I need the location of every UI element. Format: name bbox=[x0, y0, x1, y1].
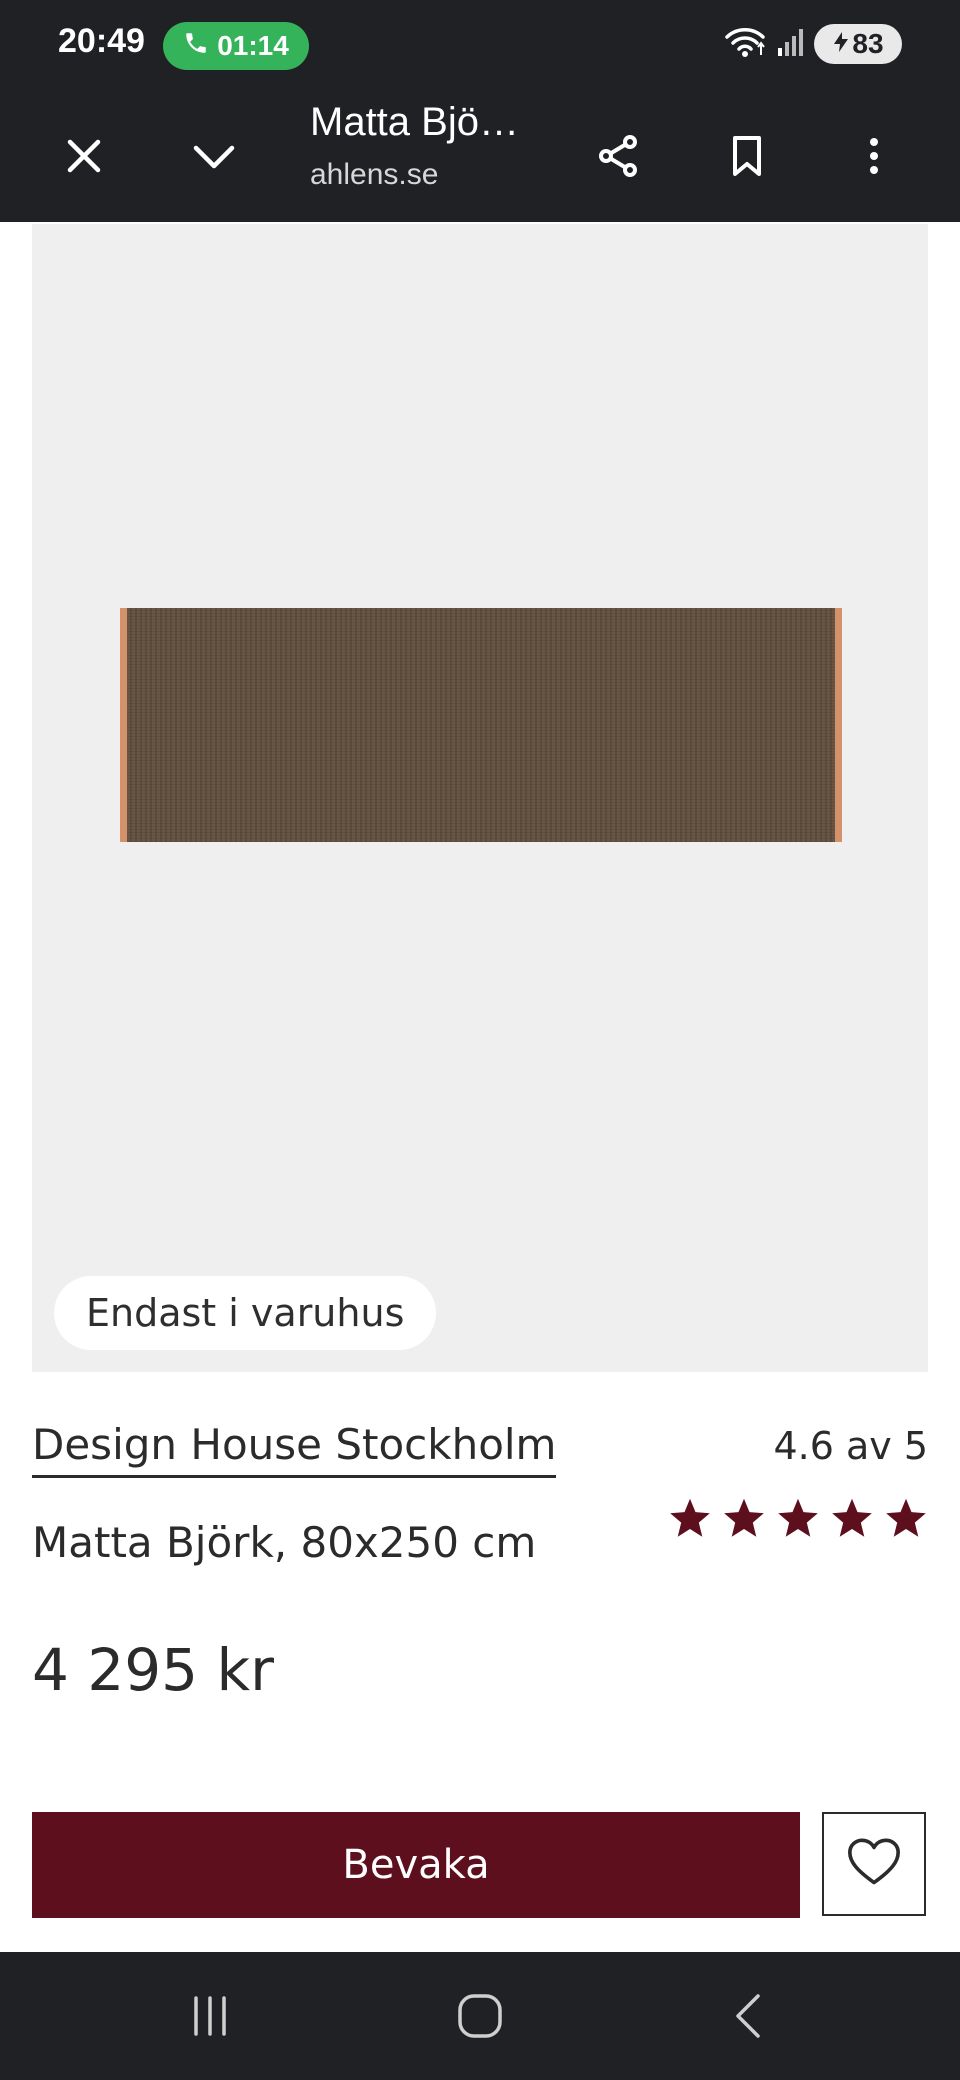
favorite-button[interactable] bbox=[822, 1812, 926, 1916]
battery-icon bbox=[832, 28, 850, 60]
home-icon[interactable] bbox=[430, 1976, 530, 2056]
star-icon bbox=[722, 1496, 766, 1544]
phone-icon bbox=[183, 30, 209, 63]
product-price: 4 295 kr bbox=[32, 1636, 274, 1704]
close-icon[interactable] bbox=[44, 116, 124, 196]
rating-text: 4.6 av 5 bbox=[773, 1424, 928, 1468]
rating-stars[interactable] bbox=[668, 1496, 928, 1544]
star-icon bbox=[668, 1496, 712, 1544]
page-title[interactable]: Matta Bjö… bbox=[310, 100, 519, 145]
battery-indicator: 83 bbox=[814, 24, 902, 64]
brand-link[interactable]: Design House Stockholm bbox=[32, 1420, 557, 1478]
status-bar: 20:49 01:14 83 bbox=[0, 0, 960, 90]
bookmark-icon[interactable] bbox=[707, 116, 787, 196]
status-icons: 83 bbox=[724, 24, 902, 64]
star-icon bbox=[830, 1496, 874, 1544]
star-icon bbox=[776, 1496, 820, 1544]
product-image[interactable]: Endast i varuhus bbox=[32, 224, 928, 1372]
page-domain[interactable]: ahlens.se bbox=[310, 158, 438, 192]
system-nav-bar bbox=[0, 1952, 960, 2080]
status-time: 20:49 bbox=[58, 22, 145, 60]
call-duration: 01:14 bbox=[217, 30, 289, 61]
chevron-down-icon[interactable] bbox=[174, 116, 254, 196]
browser-toolbar: Matta Bjö… ahlens.se bbox=[0, 90, 960, 222]
rug-photo bbox=[120, 608, 842, 842]
availability-badge: Endast i varuhus bbox=[54, 1276, 437, 1350]
battery-level: 83 bbox=[852, 28, 884, 59]
ongoing-call-pill[interactable]: 01:14 bbox=[163, 22, 309, 70]
product-name: Matta Björk, 80x250 cm bbox=[32, 1518, 537, 1567]
recent-apps-icon[interactable] bbox=[160, 1976, 260, 2056]
more-vert-icon[interactable] bbox=[834, 116, 914, 196]
share-icon[interactable] bbox=[578, 116, 658, 196]
wifi-icon bbox=[724, 25, 766, 63]
star-icon bbox=[884, 1496, 928, 1544]
watch-button[interactable]: Bevaka bbox=[32, 1812, 800, 1918]
back-icon[interactable] bbox=[700, 1976, 800, 2056]
heart-icon bbox=[845, 1833, 903, 1895]
signal-icon bbox=[776, 26, 804, 62]
